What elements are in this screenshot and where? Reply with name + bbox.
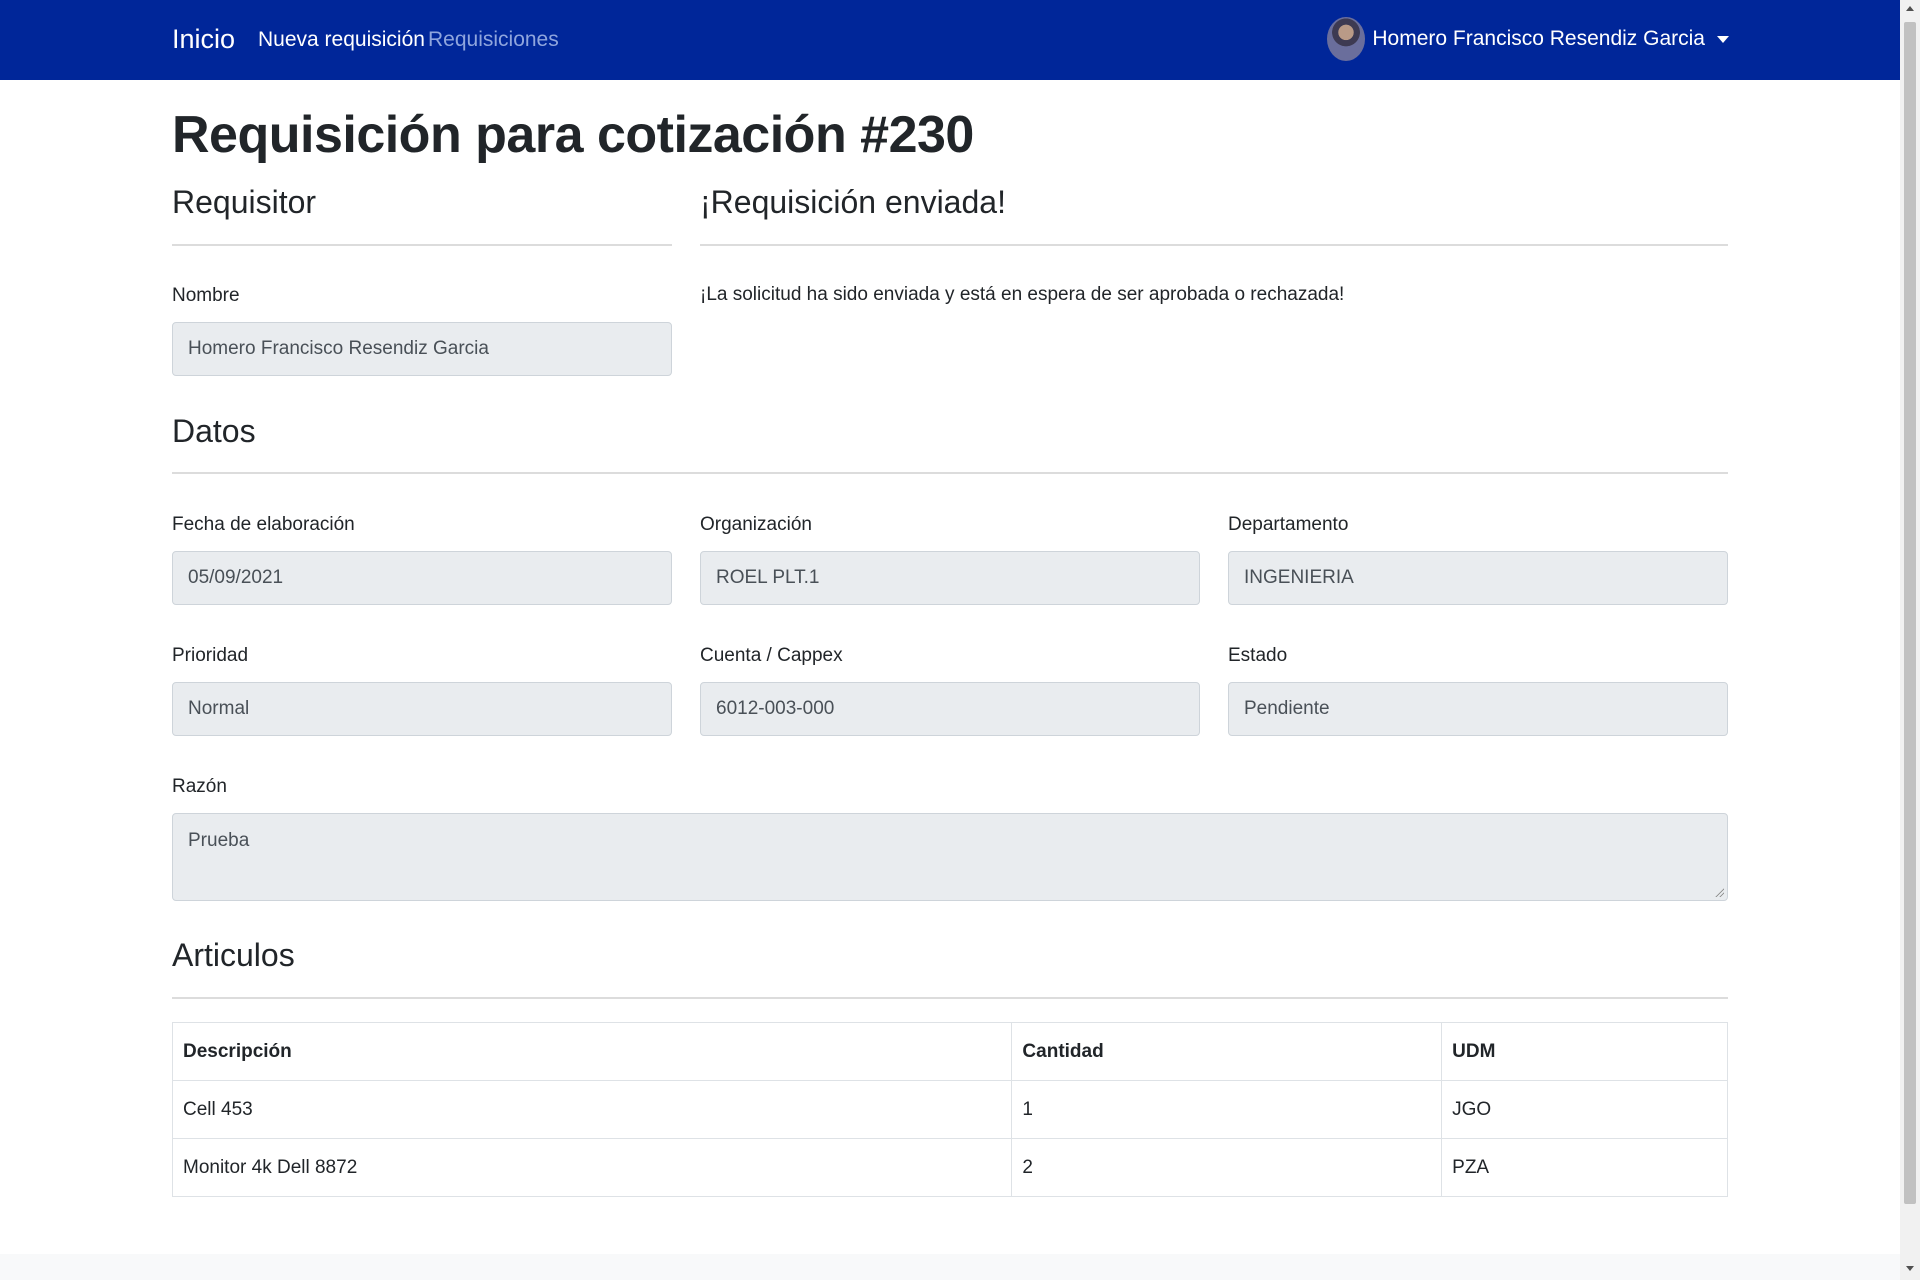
cuenta-field[interactable]: 6012-003-000	[700, 682, 1200, 736]
table-row: Cell 453 1 JGO	[171, 1080, 1728, 1139]
nav-link-nueva-requisicion[interactable]: Nueva requisición	[258, 28, 425, 52]
divider	[172, 997, 1728, 999]
divider	[700, 244, 1728, 246]
divider	[172, 244, 672, 246]
footer	[0, 1254, 1900, 1280]
cell-udm: PZA	[1441, 1138, 1728, 1197]
status-title: ¡Requisición enviada!	[700, 184, 1006, 220]
nav-brand-inicio[interactable]: Inicio	[172, 24, 235, 55]
status-message: ¡La solicitud ha sido enviada y está en …	[700, 284, 1345, 305]
column-header-cantidad: Cantidad	[1011, 1022, 1443, 1081]
section-title-requisitor: Requisitor	[172, 184, 317, 220]
resize-handle-icon[interactable]	[1714, 887, 1724, 897]
prioridad-field[interactable]: Normal	[172, 682, 672, 736]
prioridad-label: Prioridad	[172, 645, 249, 666]
avatar	[1327, 17, 1366, 61]
section-title-articulos: Articulos	[172, 937, 295, 973]
articulos-table: Descripción Cantidad UDM Cell 453 1 JGO …	[171, 1022, 1728, 1197]
nav-link-requisiciones[interactable]: Requisiciones	[428, 28, 559, 52]
organizacion-field[interactable]: ROEL PLT.1	[700, 551, 1200, 605]
cell-descripcion: Cell 453	[171, 1080, 1013, 1139]
vertical-scrollbar[interactable]	[1900, 0, 1920, 1280]
fecha-label: Fecha de elaboración	[172, 514, 355, 535]
organizacion-label: Organización	[700, 514, 812, 535]
scroll-up-icon[interactable]	[1906, 6, 1914, 11]
departamento-label: Departamento	[1228, 514, 1349, 535]
fecha-field[interactable]: 05/09/2021	[172, 551, 672, 605]
cell-descripcion: Monitor 4k Dell 8872	[171, 1138, 1013, 1197]
departamento-field[interactable]: INGENIERIA	[1228, 551, 1728, 605]
column-header-udm: UDM	[1441, 1022, 1728, 1081]
nombre-field[interactable]: Homero Francisco Resendiz Garcia	[172, 322, 672, 376]
user-menu-toggle[interactable]: Homero Francisco Resendiz Garcia	[1327, 16, 1729, 62]
column-header-descripcion: Descripción	[171, 1022, 1013, 1081]
nombre-label: Nombre	[172, 285, 240, 306]
cell-cantidad: 1	[1011, 1080, 1443, 1139]
user-name: Homero Francisco Resendiz Garcia	[1372, 27, 1705, 50]
cell-cantidad: 2	[1011, 1138, 1443, 1197]
scrollbar-thumb[interactable]	[1904, 22, 1916, 1204]
razon-label: Razón	[172, 776, 227, 797]
razon-textarea[interactable]: Prueba	[172, 813, 1728, 901]
top-navbar: Inicio Nueva requisición Requisiciones H…	[0, 0, 1900, 80]
section-title-datos: Datos	[172, 413, 256, 449]
page-title: Requisición para cotización #230	[172, 106, 974, 164]
razon-value: Prueba	[188, 830, 250, 851]
cuenta-label: Cuenta / Cappex	[700, 645, 843, 666]
estado-label: Estado	[1228, 645, 1288, 666]
table-row: Monitor 4k Dell 8872 2 PZA	[171, 1138, 1728, 1197]
divider	[172, 472, 1728, 474]
table-header-row: Descripción Cantidad UDM	[171, 1022, 1728, 1081]
scroll-down-icon[interactable]	[1906, 1266, 1914, 1271]
estado-field[interactable]: Pendiente	[1228, 682, 1728, 736]
cell-udm: JGO	[1441, 1080, 1728, 1139]
caret-down-icon	[1717, 35, 1729, 43]
viewport: Inicio Nueva requisición Requisiciones H…	[0, 0, 1920, 1280]
